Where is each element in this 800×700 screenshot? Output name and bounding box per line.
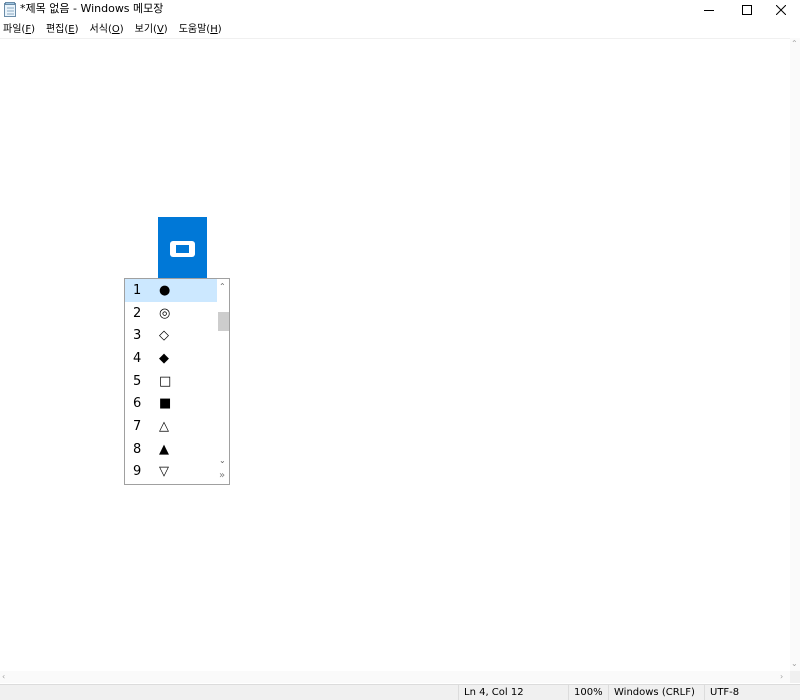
- close-icon: [776, 5, 786, 15]
- menu-bar: 파일(F) 편집(E) 서식(O) 보기(V) 도움말(H): [0, 21, 800, 38]
- menu-help[interactable]: 도움말(H): [176, 21, 225, 38]
- candidate-items: 1 ● 2 ◎ 3 ◇ 4 ◆ 5 □ 6 ■ 7 △ 8 ▲ 9 ▽: [125, 279, 217, 483]
- window-title: *제목 없음 - Windows 메모장: [20, 2, 164, 15]
- maximize-button[interactable]: [728, 0, 766, 20]
- candidate-item[interactable]: 5 □: [125, 370, 217, 393]
- minimize-button[interactable]: [690, 0, 728, 20]
- scroll-up-icon[interactable]: ⌃: [791, 40, 798, 48]
- vertical-scrollbar[interactable]: ⌃ ⌄: [790, 38, 800, 671]
- close-button[interactable]: [762, 0, 800, 20]
- candidate-item[interactable]: 9 ▽: [125, 461, 217, 484]
- horizontal-scrollbar[interactable]: ‹ ›: [0, 671, 790, 683]
- maximize-icon: [742, 5, 752, 15]
- scroll-left-icon[interactable]: ‹: [2, 673, 5, 681]
- title-bar: *제목 없음 - Windows 메모장: [0, 0, 800, 20]
- menu-edit[interactable]: 편집(E): [43, 21, 82, 38]
- notepad-app-icon: [4, 2, 16, 17]
- candidate-item[interactable]: 6 ■: [125, 392, 217, 415]
- status-zoom: 100%: [568, 685, 608, 700]
- candidate-item[interactable]: 8 ▲: [125, 438, 217, 461]
- candidate-item[interactable]: 3 ◇: [125, 324, 217, 347]
- candidate-scroll-thumb[interactable]: [218, 312, 229, 331]
- candidate-scrollbar[interactable]: ⌃ ⌄ »: [217, 279, 229, 484]
- scrollbar-corner: [790, 671, 800, 683]
- menu-view[interactable]: 보기(V): [132, 21, 171, 38]
- ime-candidate-list: 1 ● 2 ◎ 3 ◇ 4 ◆ 5 □ 6 ■ 7 △ 8 ▲ 9 ▽ ⌃ ⌄ …: [124, 278, 230, 485]
- candidate-item[interactable]: 1 ●: [125, 279, 217, 302]
- ime-hanja-indicator: [158, 217, 207, 278]
- candidate-scroll-down-icon[interactable]: ⌄: [219, 457, 226, 465]
- status-encoding: UTF-8: [704, 685, 800, 700]
- candidate-item[interactable]: 4 ◆: [125, 347, 217, 370]
- minimize-icon: [704, 10, 714, 11]
- status-position: Ln 4, Col 12: [458, 685, 568, 700]
- scroll-right-icon[interactable]: ›: [780, 673, 783, 681]
- menu-file[interactable]: 파일(F): [0, 21, 38, 38]
- status-line-ending: Windows (CRLF): [608, 685, 704, 700]
- ime-rect-icon: [170, 241, 195, 257]
- candidate-item[interactable]: 7 △: [125, 415, 217, 438]
- status-bar: Ln 4, Col 12 100% Windows (CRLF) UTF-8: [0, 684, 800, 700]
- candidate-expand-icon[interactable]: »: [219, 471, 225, 481]
- candidate-scroll-up-icon[interactable]: ⌃: [219, 283, 226, 291]
- scroll-down-icon[interactable]: ⌄: [791, 660, 798, 668]
- menu-format[interactable]: 서식(O): [87, 21, 127, 38]
- candidate-item[interactable]: 2 ◎: [125, 302, 217, 325]
- text-editor-area[interactable]: [0, 38, 790, 672]
